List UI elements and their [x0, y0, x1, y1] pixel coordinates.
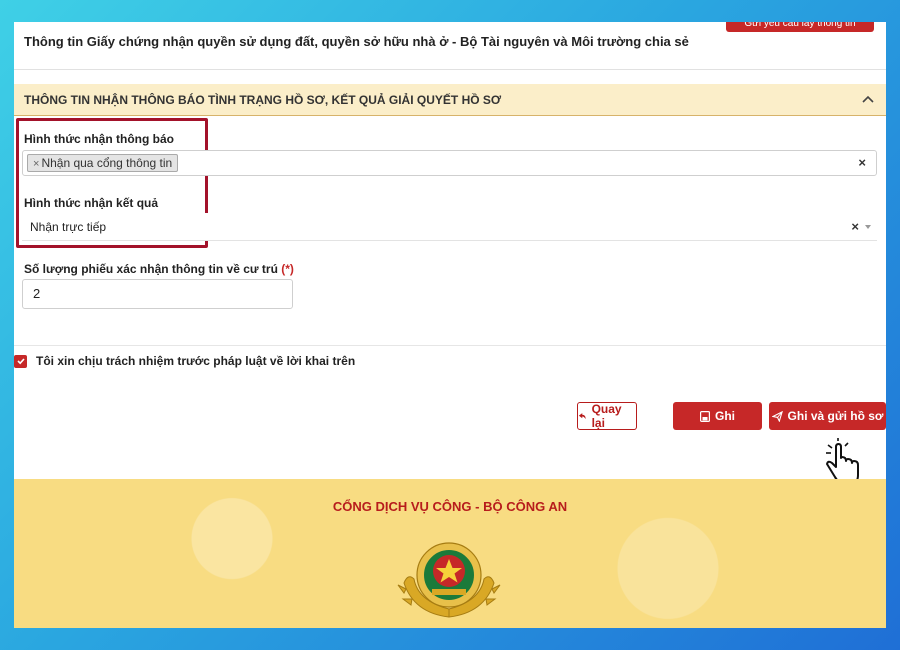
tag-remove-icon[interactable]: × — [33, 158, 39, 170]
result-method-label: Hình thức nhận kết quả — [24, 196, 159, 210]
submit-button-label: Ghi và gửi hồ sơ — [787, 409, 884, 423]
save-button[interactable]: Ghi — [673, 402, 762, 430]
notify-method-label: Hình thức nhận thông báo — [24, 132, 174, 146]
back-button[interactable]: Quay lại — [577, 402, 637, 430]
notify-method-select[interactable]: × Nhận qua cổng thông tin × — [22, 150, 877, 176]
section-title: THÔNG TIN NHẬN THÔNG BÁO TÌNH TRẠNG HỒ S… — [24, 92, 502, 107]
dropdown-caret-icon[interactable] — [865, 225, 871, 229]
back-button-label: Quay lại — [591, 402, 622, 430]
land-certificate-text: Thông tin Giấy chứng nhận quyền sử dụng … — [24, 34, 689, 49]
required-mark: (*) — [281, 262, 294, 276]
save-and-submit-button[interactable]: Ghi và gửi hồ sơ — [769, 402, 886, 430]
save-button-label: Ghi — [715, 409, 735, 423]
selected-tag: × Nhận qua cổng thông tin — [27, 154, 179, 172]
notification-form: Hình thức nhận thông báo × Nhận qua cổng … — [14, 116, 886, 346]
footer-title: CỔNG DỊCH VỤ CÔNG - BỘ CÔNG AN — [332, 499, 568, 514]
chevron-up-icon[interactable] — [860, 92, 876, 108]
check-icon — [16, 358, 25, 365]
police-emblem-icon — [397, 542, 501, 618]
tag-label: Nhận qua cổng thông tin — [41, 156, 173, 170]
browser-frame: Gửi yêu cầu lấy thông tin Thông tin Giấy… — [14, 22, 886, 628]
result-method-value: Nhận trực tiếp — [30, 220, 107, 234]
result-method-select[interactable]: Nhận trực tiếp × — [22, 213, 877, 241]
quantity-label: Số lượng phiếu xác nhận thông tin về cư … — [24, 262, 294, 276]
agreement-row[interactable]: Tôi xin chịu trách nhiệm trước pháp luật… — [14, 354, 355, 368]
notification-section-header[interactable]: THÔNG TIN NHẬN THÔNG BÁO TÌNH TRẠNG HỒ S… — [14, 84, 886, 116]
quantity-input[interactable]: 2 — [22, 279, 293, 309]
land-certificate-section: Gửi yêu cầu lấy thông tin Thông tin Giấy… — [14, 22, 886, 70]
paper-plane-icon — [771, 410, 783, 422]
clear-result-icon[interactable]: × — [851, 219, 859, 234]
agreement-text: Tôi xin chịu trách nhiệm trước pháp luật… — [36, 354, 356, 368]
portal-footer: CỔNG DỊCH VỤ CÔNG - BỘ CÔNG AN — [14, 479, 886, 628]
back-arrow-icon — [578, 412, 586, 419]
agreement-checkbox[interactable] — [14, 354, 27, 368]
floppy-disk-icon — [700, 410, 710, 422]
request-info-button[interactable]: Gửi yêu cầu lấy thông tin — [726, 22, 874, 32]
quantity-label-text: Số lượng phiếu xác nhận thông tin về cư … — [24, 262, 278, 276]
clear-selection-icon[interactable]: × — [858, 155, 866, 170]
